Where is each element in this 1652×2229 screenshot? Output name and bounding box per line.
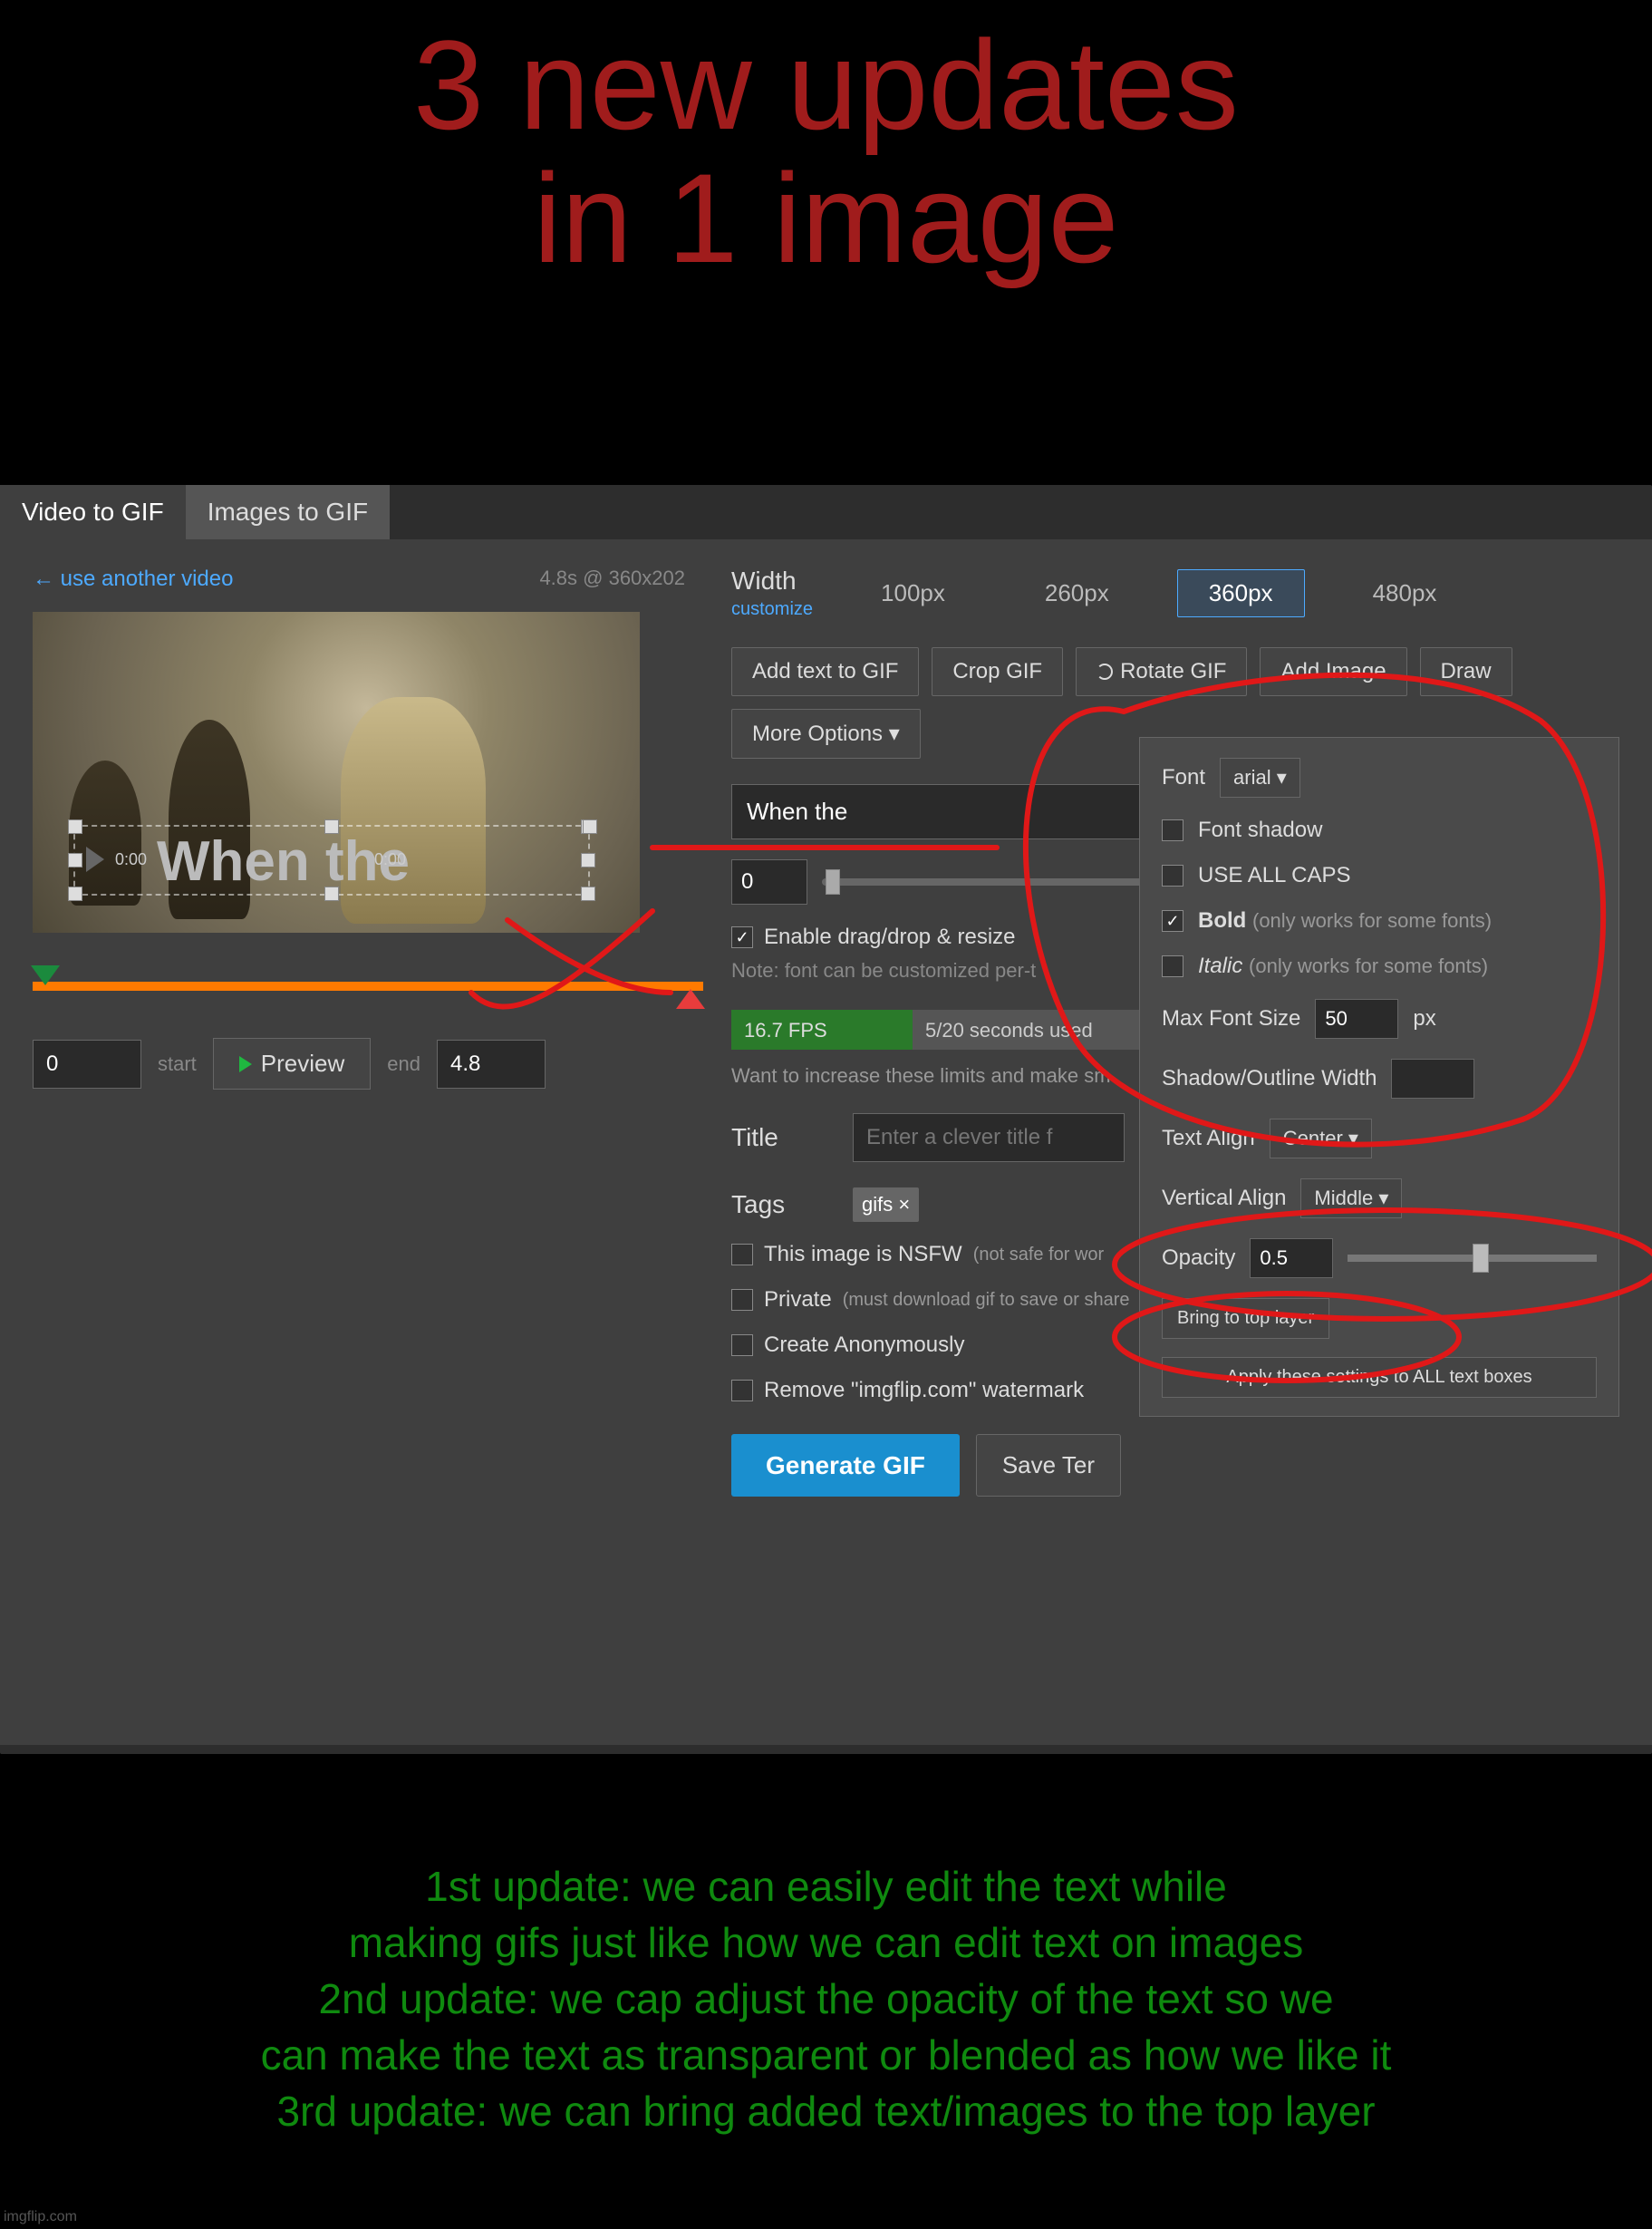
meme-bottom-caption: 1st update: we can easily edit the text … xyxy=(0,1858,1652,2139)
start-label: start xyxy=(158,1052,197,1076)
italic-label: Italic xyxy=(1198,954,1242,978)
app-window: Video to GIF Images to GIF ← use another… xyxy=(0,485,1652,1754)
bring-to-top-button[interactable]: Bring to top layer xyxy=(1162,1298,1329,1339)
add-image-button[interactable]: Add Image xyxy=(1260,647,1406,696)
timeline-end-handle[interactable] xyxy=(676,989,705,1009)
opacity-input[interactable] xyxy=(1250,1238,1333,1278)
bold-label: Bold xyxy=(1198,908,1246,933)
end-label: end xyxy=(387,1052,420,1076)
fps-indicator[interactable]: 16.7 FPS xyxy=(731,1010,913,1050)
italic-hint: (only works for some fonts) xyxy=(1249,955,1488,977)
opacity-label: Opacity xyxy=(1162,1245,1235,1271)
more-options-button[interactable]: More Options ▾ xyxy=(731,709,921,759)
width-label: Width xyxy=(731,567,813,596)
remove-watermark-checkbox[interactable] xyxy=(731,1380,753,1401)
end-time-input[interactable] xyxy=(437,1040,546,1089)
allcaps-checkbox[interactable] xyxy=(1162,865,1183,887)
private-checkbox[interactable] xyxy=(731,1289,753,1311)
overlay-time-left: 0:00 xyxy=(115,850,147,869)
px-label: px xyxy=(1413,1006,1435,1032)
seconds-used-indicator: 5/20 seconds used xyxy=(913,1010,1161,1050)
preview-button[interactable]: Preview xyxy=(213,1038,371,1090)
enable-drag-checkbox[interactable]: ✓ xyxy=(731,926,753,948)
video-preview[interactable]: When the 0:00 0:00 ⟳ xyxy=(33,612,640,933)
bold-checkbox[interactable]: ✓ xyxy=(1162,910,1183,932)
font-select[interactable]: arial ▾ xyxy=(1220,758,1300,798)
resize-corner-icon[interactable] xyxy=(583,819,597,834)
nsfw-label: This image is NSFW xyxy=(764,1242,962,1267)
font-label: Font xyxy=(1162,765,1205,790)
italic-checkbox[interactable] xyxy=(1162,955,1183,977)
save-template-button[interactable]: Save Ter xyxy=(976,1434,1121,1497)
overlay-time-right: 0:00 xyxy=(374,850,406,869)
nsfw-sublabel: (not safe for wor xyxy=(973,1245,1105,1265)
customize-link[interactable]: customize xyxy=(731,599,813,620)
tab-images-to-gif[interactable]: Images to GIF xyxy=(186,485,390,539)
nsfw-checkbox[interactable] xyxy=(731,1244,753,1265)
use-another-video-link[interactable]: ← use another video xyxy=(33,567,233,591)
title-label: Title xyxy=(731,1123,831,1152)
play-triangle-icon xyxy=(239,1056,252,1072)
remove-watermark-label: Remove "imgflip.com" watermark xyxy=(764,1378,1084,1403)
maxfont-input[interactable] xyxy=(1315,999,1398,1039)
text-overlay-box[interactable]: When the 0:00 0:00 xyxy=(73,825,590,896)
vertalign-label: Vertical Align xyxy=(1162,1186,1286,1211)
shadow-width-label: Shadow/Outline Width xyxy=(1162,1066,1377,1091)
video-meta-text: 4.8s @ 360x202 xyxy=(539,567,685,590)
tag-chip-gifs[interactable]: gifs × xyxy=(853,1187,919,1222)
imgflip-watermark: imgflip.com xyxy=(4,2209,77,2225)
rotate-icon xyxy=(1097,664,1113,680)
add-text-button[interactable]: Add text to GIF xyxy=(731,647,919,696)
maxfont-label: Max Font Size xyxy=(1162,1006,1300,1032)
allcaps-label: USE ALL CAPS xyxy=(1198,863,1351,888)
timeline[interactable] xyxy=(33,971,703,1003)
enable-drag-label: Enable drag/drop & resize xyxy=(764,925,1016,950)
text-settings-popover: Font arial ▾ Font shadow USE ALL CAPS ✓ … xyxy=(1139,737,1619,1417)
play-icon[interactable] xyxy=(86,847,104,872)
textalign-select[interactable]: Center ▾ xyxy=(1270,1119,1372,1158)
generate-gif-button[interactable]: Generate GIF xyxy=(731,1434,960,1497)
textalign-label: Text Align xyxy=(1162,1126,1255,1151)
anon-label: Create Anonymously xyxy=(764,1333,964,1358)
font-shadow-label: Font shadow xyxy=(1198,818,1322,843)
vertalign-select[interactable]: Middle ▾ xyxy=(1300,1178,1402,1218)
width-480-option[interactable]: 480px xyxy=(1341,569,1469,617)
bold-hint: (only works for some fonts) xyxy=(1252,909,1492,932)
timing-start-input[interactable] xyxy=(731,859,807,905)
opacity-slider[interactable] xyxy=(1348,1255,1597,1262)
font-shadow-checkbox[interactable] xyxy=(1162,819,1183,841)
meme-top-title: 3 new updates in 1 image xyxy=(0,0,1652,285)
width-260-option[interactable]: 260px xyxy=(1013,569,1141,617)
shadow-width-input[interactable] xyxy=(1391,1059,1474,1099)
width-360-option[interactable]: 360px xyxy=(1177,569,1305,617)
width-100-option[interactable]: 100px xyxy=(849,569,977,617)
anon-checkbox[interactable] xyxy=(731,1334,753,1356)
tab-video-to-gif[interactable]: Video to GIF xyxy=(0,485,186,539)
start-time-input[interactable] xyxy=(33,1040,141,1089)
tags-label: Tags xyxy=(731,1190,831,1219)
crop-gif-button[interactable]: Crop GIF xyxy=(932,647,1063,696)
title-input[interactable] xyxy=(853,1113,1125,1162)
private-label: Private xyxy=(764,1287,832,1313)
timeline-start-handle[interactable] xyxy=(31,965,60,985)
private-sublabel: (must download gif to save or share xyxy=(843,1290,1130,1311)
rotate-gif-button[interactable]: Rotate GIF xyxy=(1076,647,1247,696)
draw-button[interactable]: Draw xyxy=(1420,647,1512,696)
apply-all-button[interactable]: Apply these settings to ALL text boxes xyxy=(1162,1357,1597,1398)
